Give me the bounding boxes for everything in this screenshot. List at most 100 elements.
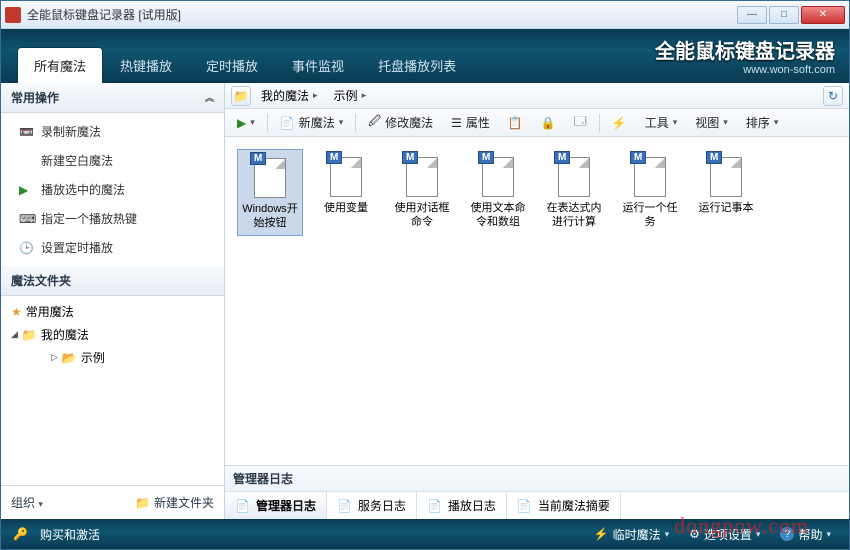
tools-button[interactable]: 工具▾ (639, 112, 684, 133)
app-icon (5, 7, 21, 23)
star-icon: ★ (11, 305, 22, 319)
file-item[interactable]: M在表达式内进行计算 (541, 149, 607, 236)
status-label: 临时魔法 (613, 526, 661, 543)
file-item[interactable]: M运行一个任务 (617, 149, 683, 236)
expand-icon[interactable]: ◢ (11, 329, 18, 340)
record-icon: 📼 (19, 125, 33, 139)
breadcrumb-root[interactable]: 我的魔法▸ (255, 85, 324, 106)
folder-icon: 📁 (234, 89, 249, 103)
magic-file-icon: M (328, 153, 364, 197)
log-tab-label: 当前魔法摘要 (538, 497, 610, 514)
tab-hotkey-play[interactable]: 热键播放 (103, 47, 189, 83)
magic-file-icon: M (480, 153, 516, 197)
tb-icon-3[interactable]: 🗔 (568, 110, 593, 135)
new-folder-icon: 📁 (135, 496, 150, 510)
file-item[interactable]: M使用变量 (313, 149, 379, 236)
tab-event-watch[interactable]: 事件监视 (275, 47, 361, 83)
lock-icon: 🔒 (541, 116, 556, 130)
log-tab-label: 服务日志 (358, 497, 406, 514)
tree-fav[interactable]: ★ 常用魔法 (7, 300, 224, 323)
log-tab-manager[interactable]: 📄管理器日志 (225, 492, 327, 519)
file-item[interactable]: M运行记事本 (693, 149, 759, 236)
clock-icon: 🕒 (19, 241, 33, 255)
tb-icon-4[interactable]: ⚡ (606, 114, 633, 132)
blank-icon (19, 154, 33, 168)
nav-back-button[interactable]: 📁 (231, 86, 251, 106)
window-icon: 🗔 (574, 112, 587, 133)
help-icon: ? (780, 527, 794, 541)
tab-all-magic[interactable]: 所有魔法 (17, 47, 103, 83)
sidebar-op-label: 播放选中的魔法 (41, 181, 125, 198)
breadcrumb: 📁 我的魔法▸ 示例▸ ↻ (225, 83, 849, 109)
file-item[interactable]: M使用对话框命令 (389, 149, 455, 236)
toolbar-label: 新魔法 (299, 114, 335, 131)
file-item[interactable]: MWindows开始按钮 (237, 149, 303, 236)
brand: 全能鼠标键盘记录器 www.won-soft.com (655, 35, 835, 76)
tb-icon-2[interactable]: 🔒 (535, 114, 562, 132)
sidebar-op-new-blank[interactable]: 新建空白魔法 (1, 146, 224, 175)
file-item[interactable]: M 使用文本命令和数组 (465, 149, 531, 236)
sidebar: 常用操作 ︽ 📼录制新魔法 新建空白魔法 ▶播放选中的魔法 ⌨指定一个播放热键 … (1, 83, 225, 519)
titlebar: 全能鼠标键盘记录器 [试用版] — □ ✕ (1, 1, 849, 29)
page-icon: 📄 (517, 499, 532, 513)
props-icon: ☰ (451, 116, 462, 130)
magic-file-icon: M (708, 153, 744, 197)
tab-tray-playlist[interactable]: 托盘播放列表 (361, 47, 473, 83)
tree-label: 常用魔法 (26, 303, 74, 320)
magic-file-icon: M (556, 153, 592, 197)
edit-icon: 🖉 (368, 112, 381, 133)
sidebar-op-timer[interactable]: 🕒 设置定时播放 (1, 233, 224, 262)
close-button[interactable]: ✕ (801, 6, 845, 24)
refresh-button[interactable]: ↻ (823, 86, 843, 106)
keyboard-icon: ⌨ (19, 212, 33, 226)
sidebar-op-label: 设置定时播放 (41, 239, 113, 256)
options-button[interactable]: ⚙选项设置▾ (683, 523, 766, 546)
tree-label: 示例 (81, 349, 105, 366)
expand-icon[interactable]: ▷ (51, 352, 58, 363)
props-button[interactable]: ☰属性 (445, 112, 496, 133)
sidebar-section-folders[interactable]: 魔法文件夹 (1, 266, 224, 296)
sidebar-op-play[interactable]: ▶播放选中的魔法 (1, 175, 224, 204)
sidebar-op-hotkey[interactable]: ⌨指定一个播放热键 (1, 204, 224, 233)
toolbar-label: 修改魔法 (385, 114, 433, 131)
sidebar-op-label: 新建空白魔法 (41, 152, 113, 169)
sidebar-section-ops[interactable]: 常用操作 ︽ (1, 83, 224, 113)
status-label: 帮助 (798, 526, 822, 543)
new-magic-button[interactable]: 📄新魔法▾ (274, 112, 350, 133)
minimize-button[interactable]: — (737, 6, 767, 24)
buy-activate-button[interactable]: 购买和激活 (34, 523, 106, 546)
key-icon: 🔑 (13, 527, 28, 541)
tree-sample[interactable]: ▷📂示例 (47, 346, 224, 369)
log-tab-summary[interactable]: 📄 当前魔法摘要 (507, 492, 621, 519)
new-folder-button[interactable]: 📁新建文件夹 (135, 494, 214, 511)
breadcrumb-label: 示例 (334, 87, 358, 104)
play-button[interactable]: ▶▾ (231, 114, 261, 132)
help-button[interactable]: ?帮助▾ (774, 523, 837, 546)
sidebar-op-record[interactable]: 📼录制新魔法 (1, 117, 224, 146)
tree-my[interactable]: ◢📁我的魔法 (7, 323, 224, 346)
page-icon: 📄 (337, 499, 352, 513)
magic-file-icon: M (632, 153, 668, 197)
sort-button[interactable]: 排序▾ (740, 112, 785, 133)
toolbar-label: 排序 (746, 114, 770, 131)
brand-url: www.won-soft.com (655, 64, 835, 76)
breadcrumb-label: 我的魔法 (261, 87, 309, 104)
bolt-icon: ⚡ (612, 116, 627, 130)
edit-magic-button[interactable]: 🖉修改魔法 (362, 110, 439, 135)
file-name: 使用文本命令和数组 (467, 201, 529, 230)
tb-icon-1[interactable]: 📋 (502, 114, 529, 132)
maximize-button[interactable]: □ (769, 6, 799, 24)
temp-magic-button[interactable]: ⚡临时魔法▾ (588, 523, 676, 546)
page-icon: 📄 (427, 499, 442, 513)
breadcrumb-child[interactable]: 示例▸ (328, 85, 373, 106)
view-button[interactable]: 视图▾ (689, 112, 734, 133)
toolbar-label: 视图 (695, 114, 719, 131)
organize-button[interactable]: 组织 ▾ (11, 494, 43, 511)
log-tab-play[interactable]: 📄播放日志 (417, 492, 507, 519)
log-tab-service[interactable]: 📄 服务日志 (327, 492, 417, 519)
status-label: 购买和激活 (40, 526, 100, 543)
magic-file-icon: M (404, 153, 440, 197)
tab-timed-play[interactable]: 定时播放 (189, 47, 275, 83)
magic-file-icon: M (252, 154, 288, 198)
main-tabs: 所有魔法 热键播放 定时播放 事件监视 托盘播放列表 (17, 47, 473, 83)
